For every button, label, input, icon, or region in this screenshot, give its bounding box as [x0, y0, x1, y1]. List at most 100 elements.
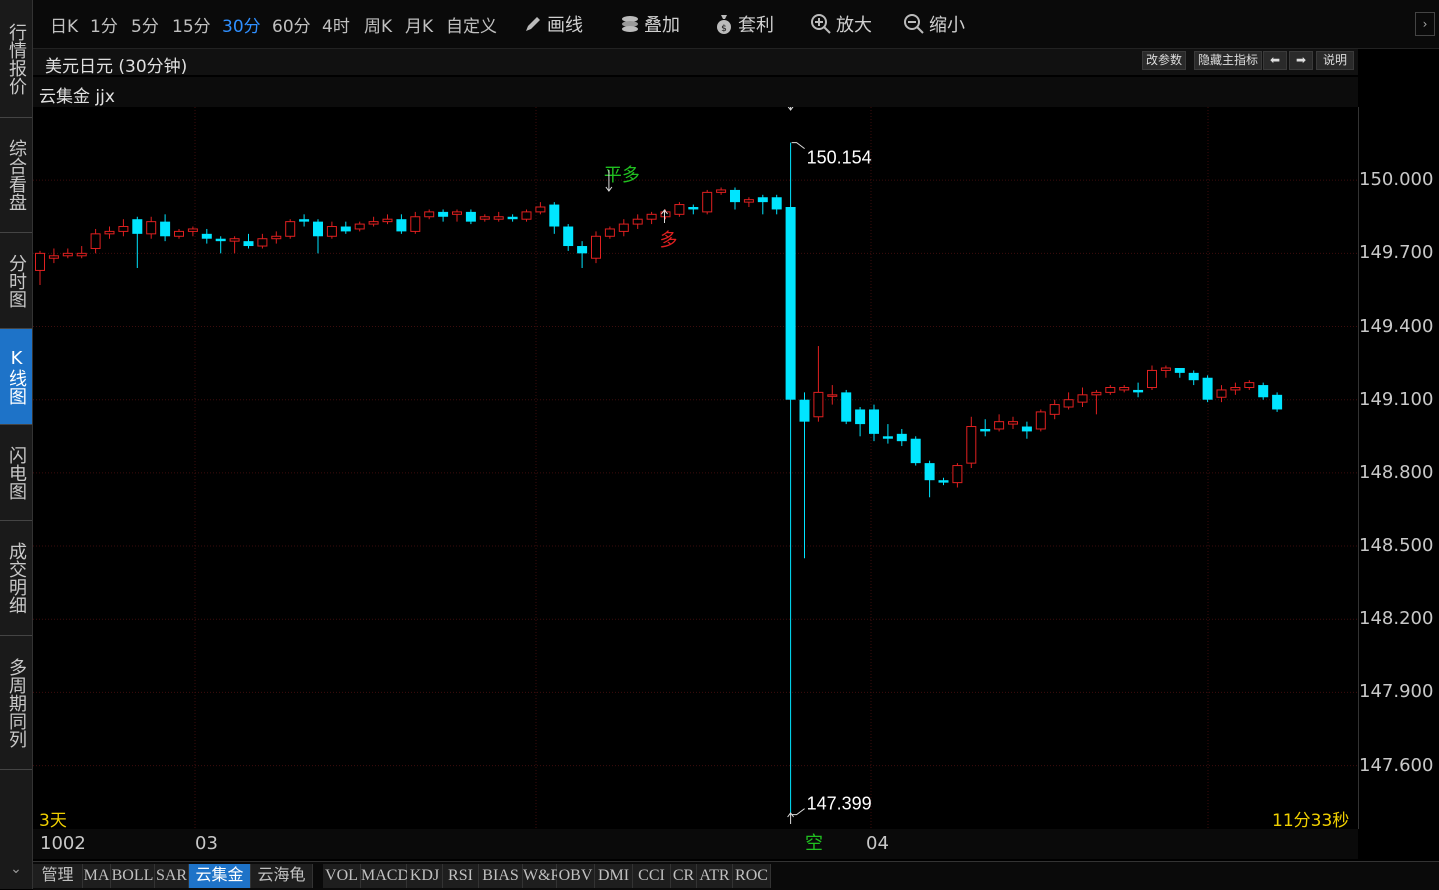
side-tab-kline[interactable]: K线图: [0, 329, 32, 425]
candle-body: [410, 216, 421, 232]
indicator-tab-bar: 管理 MA BOLL SAR 云集金 云海龟 VOL MACD KDJ RSI BIAS W&R OBV…: [33, 861, 1439, 890]
collapse-button[interactable]: ›: [1415, 12, 1435, 36]
candle-body: [424, 211, 435, 218]
bottom-tab-9[interactable]: RSI: [443, 864, 479, 888]
period-4h[interactable]: 4时: [322, 12, 350, 37]
candle-body: [743, 199, 754, 203]
candle-body: [1244, 382, 1255, 389]
side-tab-label: 成交明细: [6, 542, 27, 614]
bottom-tab-2[interactable]: BOLL: [111, 864, 155, 888]
high-label: 150.154: [807, 148, 872, 168]
candle-body: [910, 438, 921, 464]
bottom-tab-10[interactable]: BIAS: [479, 864, 523, 888]
period-15m[interactable]: 15分: [172, 12, 211, 37]
bottom-tab-16[interactable]: ATR: [697, 864, 733, 888]
candle-body: [924, 463, 935, 481]
candle-body: [577, 246, 588, 254]
chart-header: 美元日元 (30分钟) 改参数 隐藏主指标 ⬅ ➡ 说明: [33, 49, 1358, 77]
bottom-tab-3[interactable]: SAR: [155, 864, 189, 888]
side-tab-quotes[interactable]: 行情报价: [0, 0, 32, 118]
candle-body: [438, 211, 449, 217]
hide-indicator-button[interactable]: 隐藏主指标: [1194, 51, 1262, 70]
high-marker: [791, 142, 805, 150]
side-nav: 行情报价 综合看盘 分时图 K线图 闪电图 成交明细 多周期同列 ⌄: [0, 0, 33, 889]
chart-plot[interactable]: 150.154147.399平多多平多: [33, 107, 1358, 829]
period-5m[interactable]: 5分: [131, 12, 159, 37]
bottom-tab-11[interactable]: W&R: [523, 864, 561, 888]
bottom-tab-6[interactable]: VOL: [323, 864, 361, 888]
side-tab-flash[interactable]: 闪电图: [0, 425, 32, 521]
candle-body: [632, 218, 643, 225]
period-month[interactable]: 月K: [405, 12, 433, 37]
candle-body: [229, 238, 240, 242]
bottom-tab-0[interactable]: 管理: [33, 864, 83, 888]
candle-body: [535, 206, 546, 213]
candle-body: [869, 409, 879, 434]
side-tab-label: 闪电图: [6, 445, 27, 500]
arrow-right-icon[interactable]: ➡: [1289, 51, 1313, 70]
candle-body: [479, 216, 490, 220]
period-day[interactable]: 日K: [50, 12, 78, 37]
overlay-button[interactable]: 叠加: [620, 11, 680, 37]
candle-body: [1035, 411, 1046, 430]
overlay-label: 叠加: [644, 15, 680, 36]
side-tab-multi-period[interactable]: 多周期同列: [0, 636, 32, 770]
candle-body: [855, 409, 866, 425]
side-tab-timeshare[interactable]: 分时图: [0, 233, 32, 329]
arrow-left-icon[interactable]: ⬅: [1263, 51, 1287, 70]
arbitrage-button[interactable]: $ 套利: [714, 11, 774, 37]
x-tick-label: 1002: [40, 833, 86, 854]
bottom-tab-5[interactable]: 云海龟: [251, 864, 313, 888]
candlestick-chart[interactable]: 150.154147.399平多多平多: [33, 107, 1358, 829]
bottom-tab-17[interactable]: ROC: [733, 864, 771, 888]
zoom-in-label: 放大: [836, 15, 872, 36]
candle-body: [118, 226, 129, 232]
candle-body: [313, 221, 323, 237]
bottom-tab-8[interactable]: KDJ: [407, 864, 443, 888]
draw-button[interactable]: 画线: [523, 11, 583, 37]
candle-body: [493, 216, 504, 220]
candle-body: [994, 421, 1005, 430]
side-tab-overview[interactable]: 综合看盘: [0, 118, 32, 233]
period-60m[interactable]: 60分: [272, 12, 311, 37]
candle-body: [299, 219, 310, 222]
side-tab-trades[interactable]: 成交明细: [0, 521, 32, 636]
help-button[interactable]: 说明: [1316, 51, 1354, 70]
bottom-tab-12[interactable]: OBV: [557, 864, 595, 888]
candle-body: [674, 204, 685, 215]
short-signal: 空: [805, 833, 823, 854]
y-tick-label: 148.200: [1359, 608, 1434, 630]
y-tick-label: 148.500: [1359, 535, 1434, 557]
bottom-tab-7[interactable]: MACD: [361, 864, 409, 888]
side-tab-label: 分时图: [6, 253, 27, 308]
bottom-tab-13[interactable]: DMI: [595, 864, 633, 888]
indicator-header: 云集金 jjx: [33, 77, 1358, 107]
candle-body: [757, 197, 768, 203]
change-params-button[interactable]: 改参数: [1142, 51, 1186, 70]
period-custom[interactable]: 自定义: [446, 12, 497, 37]
side-tab-label: K线图: [6, 348, 27, 405]
candle-body: [1188, 372, 1199, 381]
candle-body: [132, 219, 143, 234]
bottom-tab-15[interactable]: CR: [671, 864, 697, 888]
period-week[interactable]: 周K: [364, 12, 392, 37]
candle-body: [882, 436, 893, 439]
money-bag-icon: $: [717, 15, 731, 34]
candle-body: [618, 223, 629, 232]
candle-body: [465, 211, 476, 222]
bottom-tab-4[interactable]: 云集金: [189, 864, 251, 888]
period-30m[interactable]: 30分: [222, 12, 261, 37]
bottom-tab-1[interactable]: MA: [83, 864, 111, 888]
time-axis: 1002 03 04 空: [33, 829, 1358, 859]
zoom-in-button[interactable]: 放大: [810, 11, 872, 37]
zoom-out-button[interactable]: 缩小: [903, 11, 965, 37]
candle-body: [521, 211, 532, 220]
scroll-down-icon[interactable]: ⌄: [4, 858, 28, 880]
period-1m[interactable]: 1分: [90, 12, 118, 37]
candle-body: [1272, 394, 1283, 410]
pencil-icon: [526, 17, 540, 31]
bottom-tab-14[interactable]: CCI: [633, 864, 671, 888]
zoom-out-label: 缩小: [929, 15, 965, 36]
candle-body: [980, 428, 991, 432]
layers-icon: [622, 16, 638, 32]
